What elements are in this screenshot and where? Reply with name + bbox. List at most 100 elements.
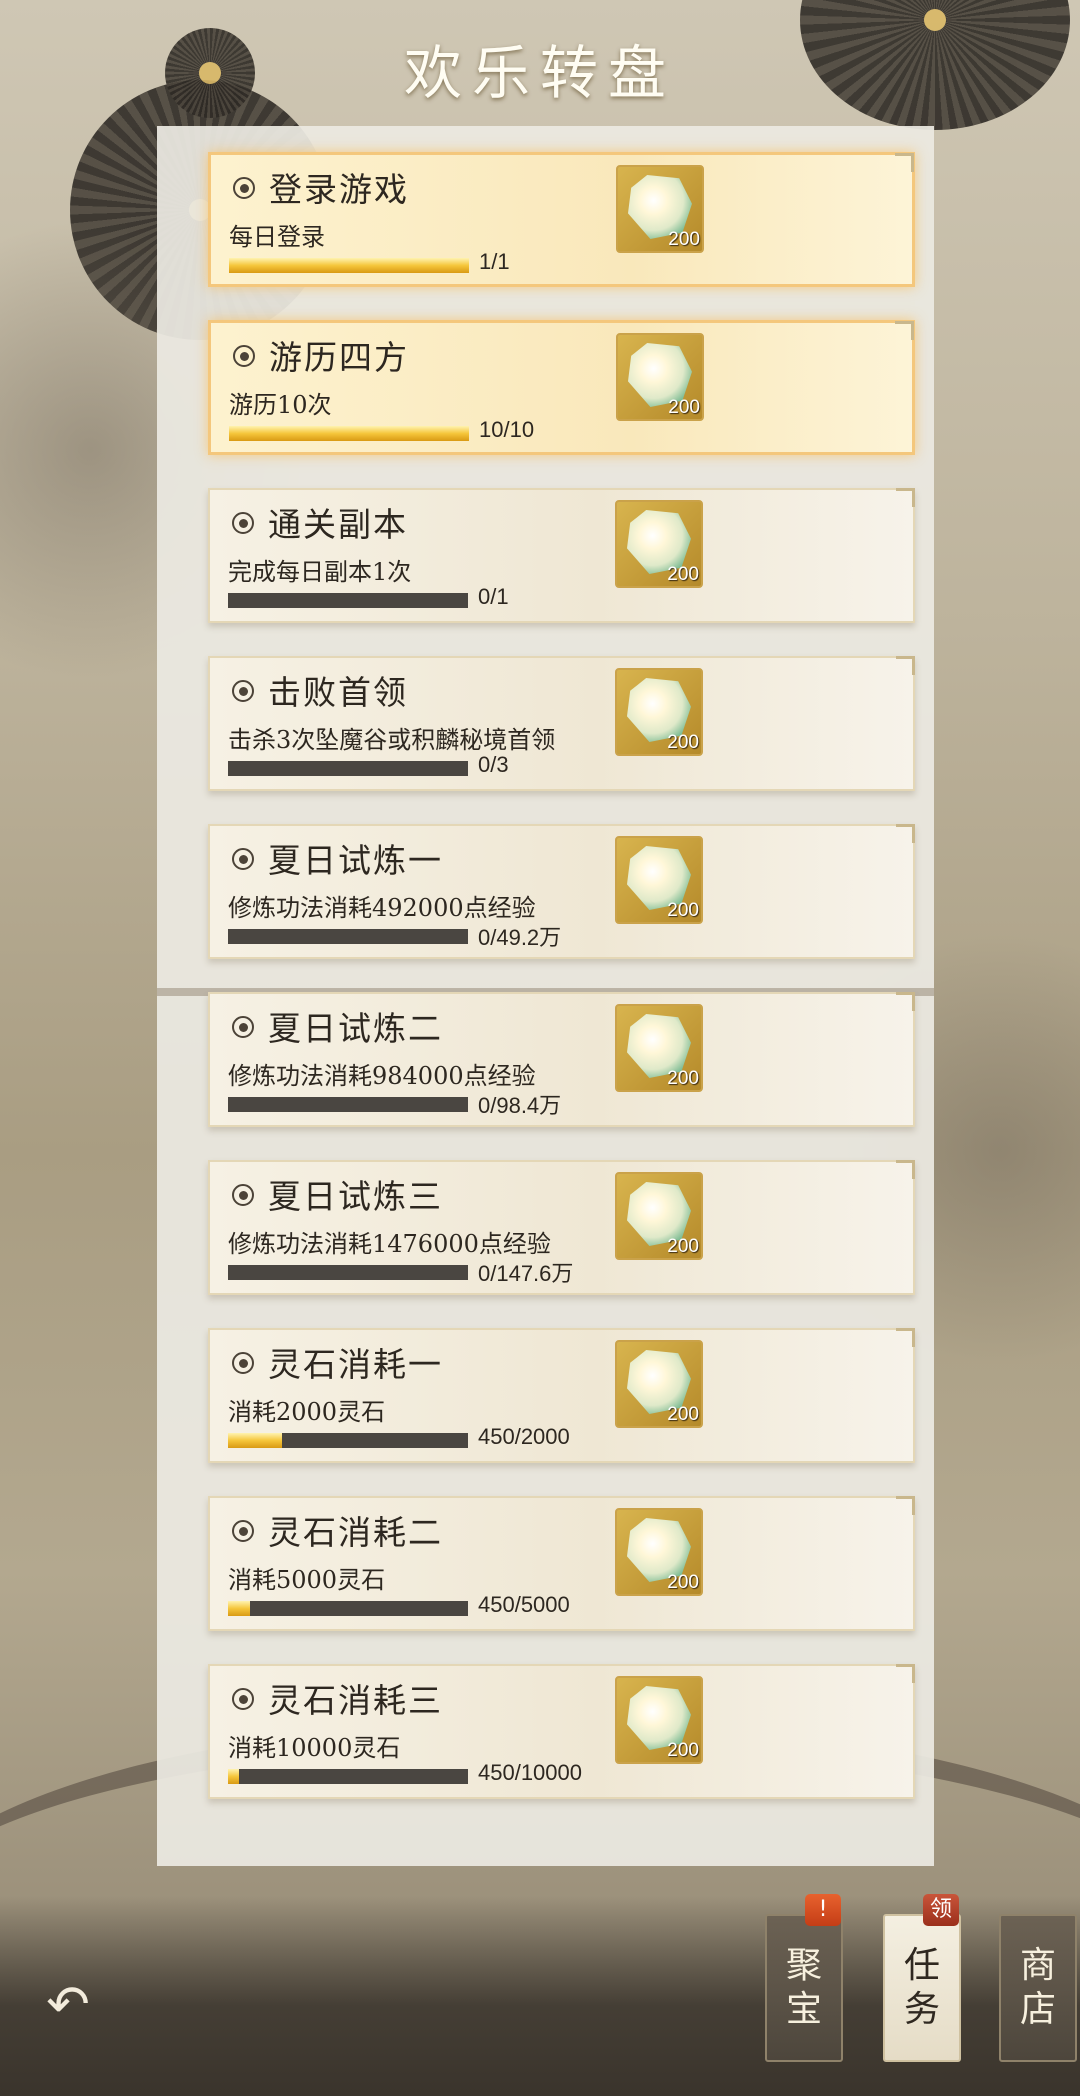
task-description: 消耗5000灵石 <box>228 1566 386 1594</box>
task-card[interactable]: 游历四方 游历10次 10/10 200 <box>208 320 915 455</box>
progress-fill <box>229 426 469 441</box>
progress-bar <box>229 426 469 441</box>
bullet-icon <box>232 1520 254 1542</box>
task-description: 消耗10000灵石 <box>228 1734 401 1762</box>
task-card[interactable]: 通关副本 完成每日副本1次 0/1 200 <box>208 488 915 623</box>
task-title: 游历四方 <box>269 338 409 377</box>
task-card[interactable]: 击败首领 击杀3次坠魔谷或积麟秘境首领 0/3 200 <box>208 656 915 791</box>
treasure-label-2: 宝 <box>785 1989 822 2030</box>
progress-text: 0/1 <box>478 584 509 609</box>
bullet-icon <box>232 512 254 534</box>
progress-text: 0/3 <box>478 752 509 777</box>
reward-count: 200 <box>668 229 700 250</box>
task-card[interactable]: 夏日试炼一 修炼功法消耗492000点经验 0/49.2万 200 <box>208 824 915 959</box>
progress-text: 450/5000 <box>478 1592 570 1617</box>
task-description: 修炼功法消耗984000点经验 <box>228 1062 536 1090</box>
tasks-button[interactable]: 领 任 务 <box>883 1894 961 2062</box>
bullet-icon <box>232 680 254 702</box>
reward-count: 200 <box>668 397 700 418</box>
task-card[interactable]: 登录游戏 每日登录 1/1 200 <box>208 152 915 287</box>
shop-label-1: 商 <box>1019 1945 1056 1986</box>
task-description: 完成每日副本1次 <box>228 558 412 586</box>
progress-bar <box>228 1265 468 1280</box>
task-title: 灵石消耗二 <box>268 1513 443 1552</box>
progress-bar <box>228 1433 468 1448</box>
progress-bar <box>229 258 469 273</box>
task-title: 夏日试炼一 <box>268 841 443 880</box>
reward-item[interactable]: 200 <box>615 500 703 588</box>
task-title: 夏日试炼三 <box>268 1177 443 1216</box>
progress-fill <box>228 1601 250 1616</box>
task-list: 登录游戏 每日登录 1/1 200 游历四方 游历10次 10/10 200 通… <box>208 152 918 1832</box>
task-description: 每日登录 <box>229 223 325 251</box>
bullet-icon <box>232 1688 254 1710</box>
reward-item[interactable]: 200 <box>615 1004 703 1092</box>
reward-count: 200 <box>667 1068 699 1089</box>
bullet-icon <box>233 177 255 199</box>
progress-bar <box>228 1769 468 1784</box>
progress-text: 1/1 <box>479 249 510 274</box>
task-description: 修炼功法消耗492000点经验 <box>228 894 536 922</box>
task-title: 灵石消耗三 <box>268 1681 443 1720</box>
progress-fill <box>228 1769 239 1784</box>
shop-button[interactable]: 商 店 <box>999 1914 1077 2062</box>
treasure-button[interactable]: ! 聚 宝 <box>765 1894 843 2062</box>
task-description: 修炼功法消耗1476000点经验 <box>228 1230 551 1258</box>
task-card[interactable]: 灵石消耗三 消耗10000灵石 450/10000 200 <box>208 1664 915 1799</box>
tasks-label-2: 务 <box>903 1989 940 2030</box>
progress-text: 450/2000 <box>478 1424 570 1449</box>
reward-count: 200 <box>667 732 699 753</box>
reward-item[interactable]: 200 <box>616 165 704 253</box>
progress-bar <box>228 761 468 776</box>
progress-bar <box>228 929 468 944</box>
shop-label-2: 店 <box>1019 1989 1056 2030</box>
claim-badge: 领 <box>923 1894 959 1926</box>
progress-bar <box>228 593 468 608</box>
bullet-icon <box>233 345 255 367</box>
task-card[interactable]: 灵石消耗二 消耗5000灵石 450/5000 200 <box>208 1496 915 1631</box>
alert-badge: ! <box>805 1894 841 1926</box>
reward-item[interactable]: 200 <box>615 1172 703 1260</box>
reward-item[interactable]: 200 <box>615 668 703 756</box>
task-title: 击败首领 <box>268 673 408 712</box>
progress-bar <box>228 1601 468 1616</box>
reward-item[interactable]: 200 <box>615 1508 703 1596</box>
reward-count: 200 <box>667 1572 699 1593</box>
reward-count: 200 <box>667 1404 699 1425</box>
task-title: 夏日试炼二 <box>268 1009 443 1048</box>
task-title: 登录游戏 <box>269 170 409 209</box>
task-description: 游历10次 <box>229 391 332 419</box>
reward-count: 200 <box>667 1740 699 1761</box>
bullet-icon <box>232 1184 254 1206</box>
reward-count: 200 <box>667 900 699 921</box>
task-description: 击杀3次坠魔谷或积麟秘境首领 <box>228 726 556 754</box>
progress-fill <box>228 1433 282 1448</box>
reward-item[interactable]: 200 <box>615 836 703 924</box>
task-title: 灵石消耗一 <box>268 1345 443 1384</box>
bullet-icon <box>232 848 254 870</box>
reward-count: 200 <box>667 1236 699 1257</box>
reward-item[interactable]: 200 <box>616 333 704 421</box>
progress-text: 0/98.4万 <box>478 1093 562 1118</box>
task-card[interactable]: 灵石消耗一 消耗2000灵石 450/2000 200 <box>208 1328 915 1463</box>
task-title: 通关副本 <box>268 505 408 544</box>
bullet-icon <box>232 1016 254 1038</box>
task-card[interactable]: 夏日试炼三 修炼功法消耗1476000点经验 0/147.6万 200 <box>208 1160 915 1295</box>
task-card[interactable]: 夏日试炼二 修炼功法消耗984000点经验 0/98.4万 200 <box>208 992 915 1127</box>
reward-item[interactable]: 200 <box>615 1340 703 1428</box>
reward-count: 200 <box>667 564 699 585</box>
progress-fill <box>229 258 469 273</box>
back-button[interactable]: ↶ <box>38 1979 98 2031</box>
task-description: 消耗2000灵石 <box>228 1398 386 1426</box>
treasure-label-1: 聚 <box>785 1945 822 1986</box>
progress-text: 10/10 <box>479 417 535 442</box>
progress-text: 0/147.6万 <box>478 1261 574 1286</box>
reward-item[interactable]: 200 <box>615 1676 703 1764</box>
progress-text: 450/10000 <box>478 1760 582 1785</box>
bullet-icon <box>232 1352 254 1374</box>
tasks-label-1: 任 <box>903 1945 940 1986</box>
progress-bar <box>228 1097 468 1112</box>
page-title: 欢乐转盘 <box>403 39 676 107</box>
back-arrow-icon: ↶ <box>46 1975 90 2035</box>
progress-text: 0/49.2万 <box>478 925 562 950</box>
